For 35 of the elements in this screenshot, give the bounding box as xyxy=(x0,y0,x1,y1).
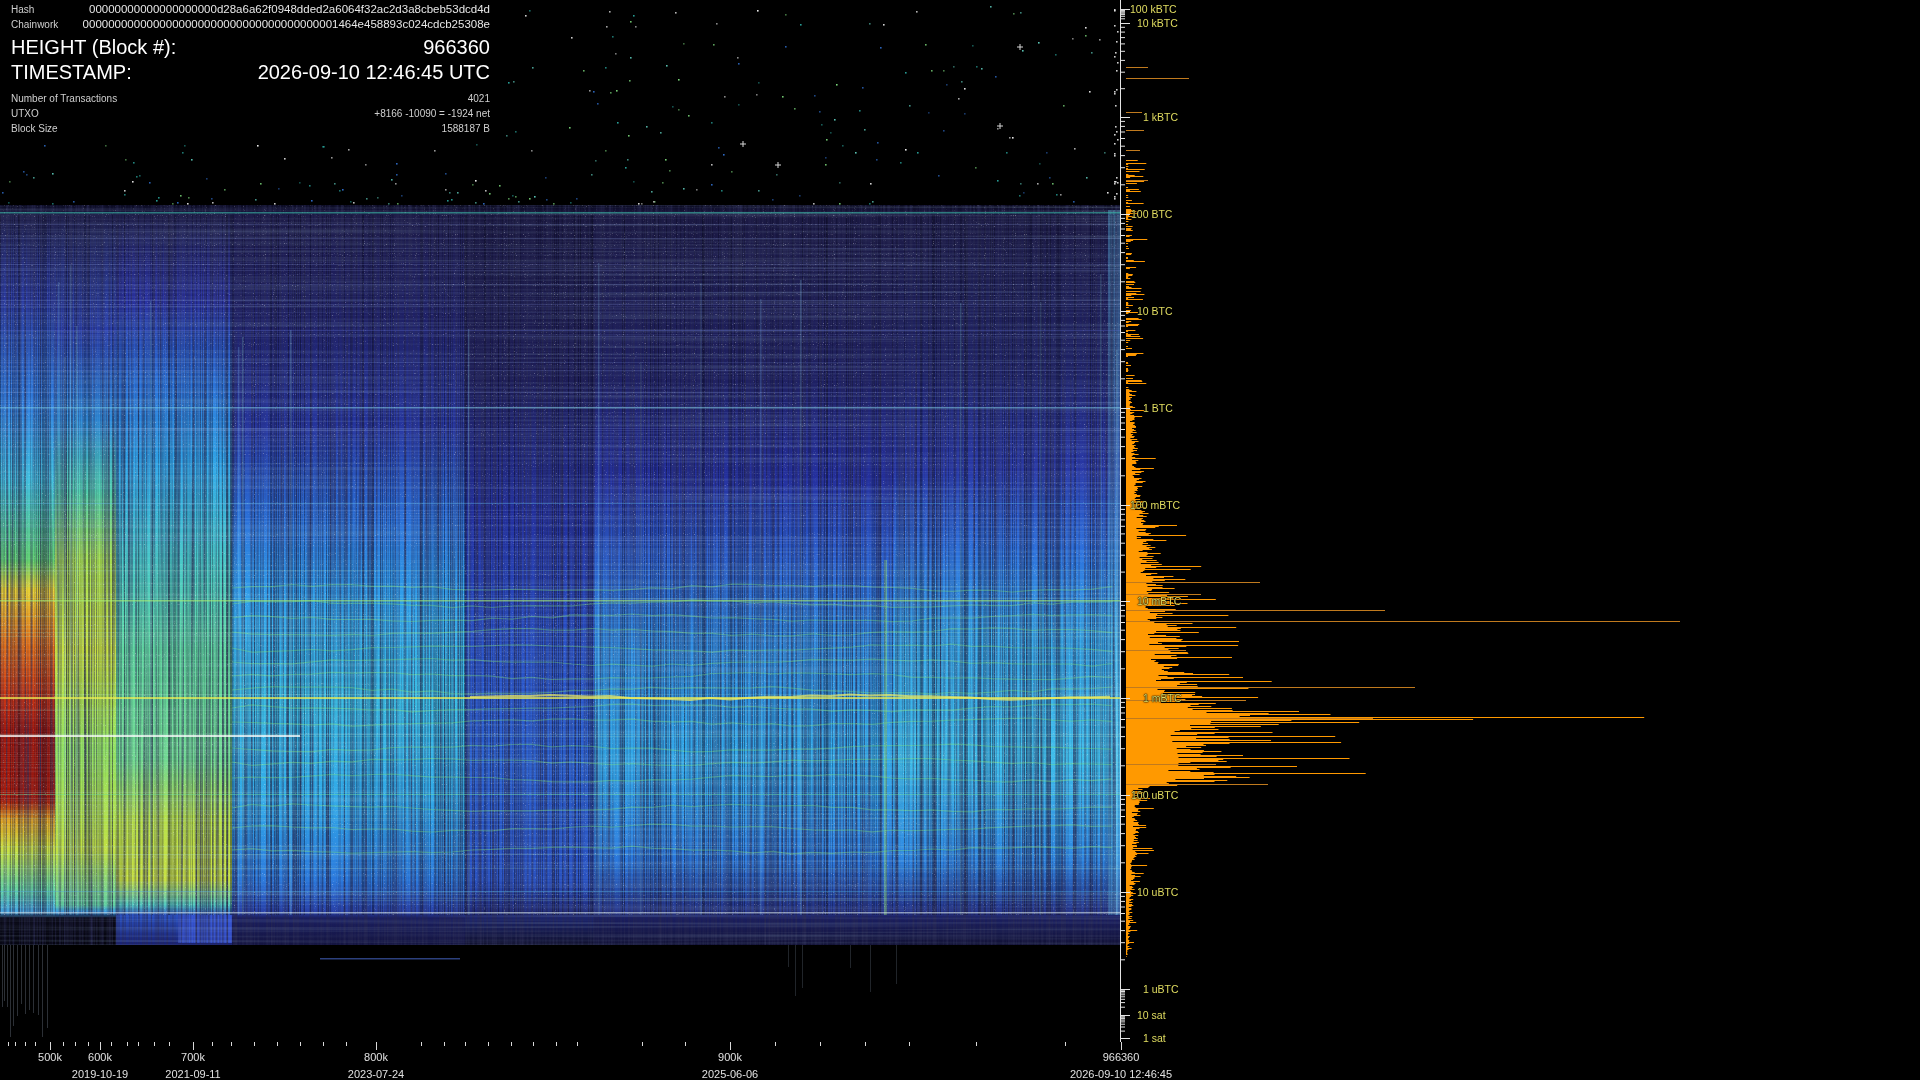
headline-value: 2026-09-10 12:46:45 UTC xyxy=(257,60,490,84)
date-label: 2026-09-10 12:46:45 xyxy=(1069,1068,1173,1080)
stat-value: +8166 -10090 = -1924 net xyxy=(374,107,490,121)
x-axis-label: 600k xyxy=(88,1051,112,1063)
stat-label: UTXO xyxy=(11,107,39,121)
date-label: 2019-10-19 xyxy=(71,1068,129,1080)
y-axis-label: 10 kBTC xyxy=(1137,17,1178,29)
date-label: 2025-06-06 xyxy=(701,1068,759,1080)
stat-value: 1588187 B xyxy=(441,122,490,136)
hex-value: 00000000000000000000d28a6a62f0948dded2a6064f32ac2d3a8cbeb53dcd4d xyxy=(89,2,490,17)
headline-label: HEIGHT (Block #): xyxy=(11,35,177,59)
y-axis-label: 1 uBTC xyxy=(1143,983,1179,995)
field-label: Hash xyxy=(11,3,35,17)
headline-value: 966360 xyxy=(423,35,490,59)
date-label: 2021-09-11 xyxy=(165,1068,221,1080)
y-axis-label: 10 uBTC xyxy=(1137,886,1179,898)
x-axis-label: 500k xyxy=(38,1051,62,1063)
x-axis-label: 800k xyxy=(364,1051,388,1063)
x-axis-label: 900k xyxy=(718,1051,742,1063)
y-axis-label: 10 sat xyxy=(1137,1009,1166,1021)
stat-label: Block Size xyxy=(11,122,58,136)
field-label: Chainwork xyxy=(11,18,59,32)
x-axis-label: 700k xyxy=(181,1051,205,1063)
y-axis-label: 1 kBTC xyxy=(1143,111,1178,123)
y-axis-label: 1 BTC xyxy=(1143,402,1173,414)
stat-label: Number of Transactions xyxy=(11,92,118,106)
headline-label: TIMESTAMP: xyxy=(11,60,132,84)
date-label: 2023-07-24 xyxy=(347,1068,405,1080)
y-axis-label: 100 kBTC xyxy=(1130,3,1177,15)
hex-value: 0000000000000000000000000000000000000001464e458893c024cdcb25308e xyxy=(82,17,490,32)
stat-value: 4021 xyxy=(467,92,490,106)
y-axis-label: 100 BTC xyxy=(1131,208,1173,220)
y-axis-label: 1 sat xyxy=(1143,1032,1166,1044)
y-axis-label: 10 BTC xyxy=(1137,305,1173,317)
x-axis-label: 966360 xyxy=(1102,1051,1140,1063)
